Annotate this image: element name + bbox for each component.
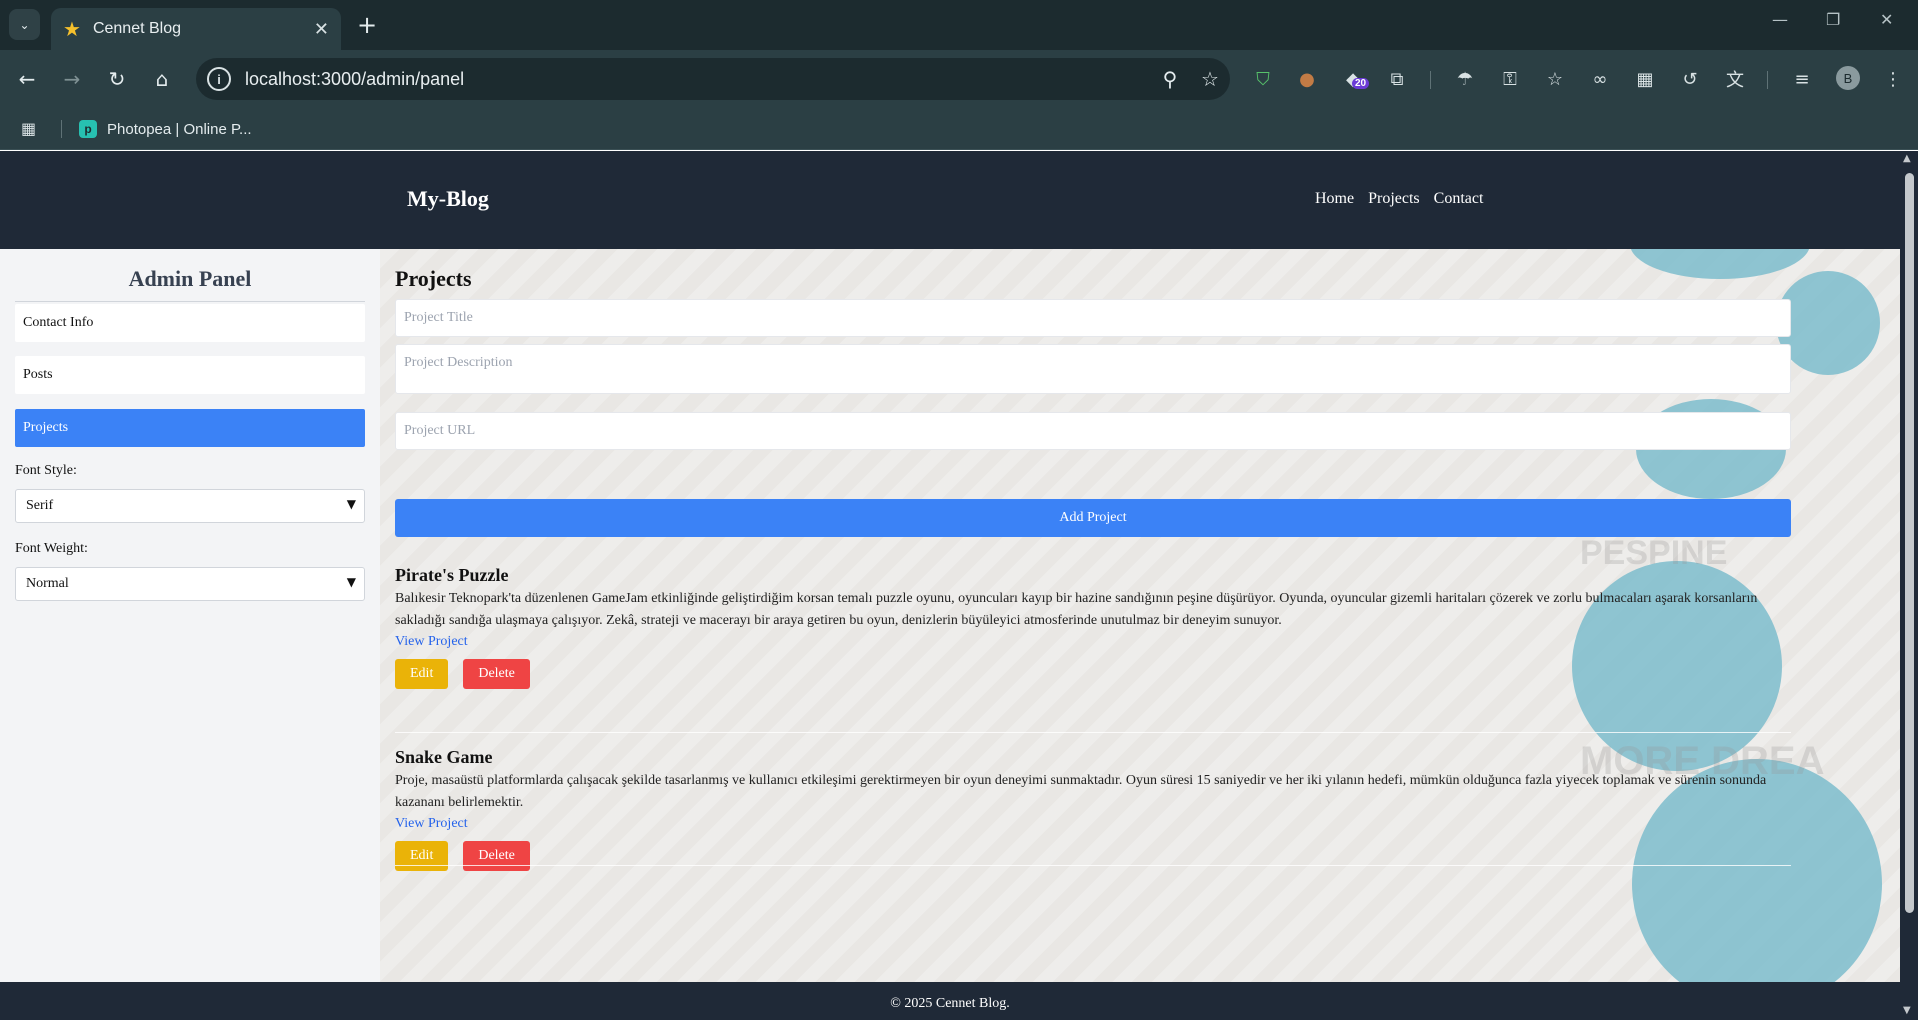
apps-grid-icon[interactable]: ▦ <box>21 119 36 138</box>
translate-icon[interactable]: 文 <box>1722 66 1748 92</box>
history-icon[interactable]: ↺ <box>1677 66 1703 92</box>
sidebar-item-contact-info[interactable]: Contact Info <box>15 304 365 342</box>
view-project-link[interactable]: View Project <box>395 634 468 650</box>
incognito-icon[interactable]: ☂ <box>1452 66 1478 92</box>
photopea-icon: p <box>79 120 97 138</box>
tab-title: Cennet Blog <box>92 20 181 37</box>
media-queue-icon[interactable]: ≡ <box>1789 66 1815 92</box>
bookmarks-bar: ▦ p Photopea | Online P... <box>0 108 1918 150</box>
decor-circle <box>1776 271 1880 375</box>
cookie-extension-icon[interactable]: ● <box>1294 66 1320 92</box>
reload-icon[interactable]: ↻ <box>100 62 134 96</box>
toolbar-divider <box>1767 71 1768 89</box>
delete-button[interactable]: Delete <box>463 659 530 689</box>
new-tab-button[interactable]: + <box>352 10 382 40</box>
project-title-input[interactable]: Project Title <box>395 299 1791 337</box>
menu-kebab-icon[interactable]: ⋮ <box>1880 66 1906 92</box>
page-scrollbar[interactable]: ▲ ▼ <box>1900 151 1918 1020</box>
font-style-select[interactable]: Serif ▼ <box>15 489 365 523</box>
chevron-down-icon: ▼ <box>346 575 356 589</box>
font-weight-select[interactable]: Normal ▼ <box>15 567 365 601</box>
project-description-textarea[interactable]: Project Description <box>395 344 1791 394</box>
project-url-input[interactable]: Project URL <box>395 412 1791 450</box>
site-brand[interactable]: My-Blog <box>407 186 489 212</box>
extensions-puzzle-icon[interactable]: ⧉ <box>1384 66 1410 92</box>
bookmark-star-icon[interactable]: ☆ <box>1190 67 1230 91</box>
browser-tab-bar: ⌄ ★ Cennet Blog ✕ + — ❐ ✕ <box>0 0 1918 50</box>
qr-code-icon[interactable]: ▦ <box>1632 66 1658 92</box>
font-style-value: Serif <box>26 498 54 513</box>
sidebar-item-posts[interactable]: Posts <box>15 356 365 394</box>
url-text[interactable]: localhost:3000/admin/panel <box>245 69 1150 90</box>
badge-extension-icon[interactable]: ◆ 20 <box>1340 66 1370 92</box>
site-footer: © 2025 Cennet Blog. <box>0 982 1900 1020</box>
scrollbar-thumb[interactable] <box>1905 173 1914 913</box>
edit-button[interactable]: Edit <box>395 659 449 689</box>
nav-contact[interactable]: Contact <box>1434 190 1484 208</box>
project-title: Pirate's Puzzle <box>395 565 509 585</box>
sidebar-divider <box>15 301 365 302</box>
tab-search-button[interactable]: ⌄ <box>9 9 40 40</box>
project-card: Pirate's Puzzle Balıkesir Teknopark'ta d… <box>395 565 1791 689</box>
scroll-down-icon[interactable]: ▼ <box>1903 1005 1911 1016</box>
admin-panel-title: Admin Panel <box>128 266 252 291</box>
font-weight-value: Normal <box>26 576 69 591</box>
bookmark-divider <box>61 120 62 138</box>
nav-projects[interactable]: Projects <box>1368 190 1420 208</box>
sidebar-item-projects[interactable]: Projects <box>15 409 365 447</box>
project-divider <box>395 865 1791 866</box>
scroll-up-icon[interactable]: ▲ <box>1903 153 1911 164</box>
close-window-icon[interactable]: ✕ <box>1880 10 1893 29</box>
favorites-icon[interactable]: ☆ <box>1542 66 1568 92</box>
back-icon[interactable]: ← <box>10 62 44 96</box>
profile-avatar[interactable]: B <box>1836 66 1860 90</box>
address-bar[interactable]: i localhost:3000/admin/panel ⚲ ☆ <box>196 58 1230 100</box>
zoom-icon[interactable]: ⚲ <box>1150 67 1190 91</box>
project-divider <box>395 732 1791 733</box>
projects-main: MORE DREA PESPINE Projects Project Title… <box>380 249 1900 982</box>
restore-icon[interactable]: ❐ <box>1826 10 1840 29</box>
project-title: Snake Game <box>395 747 493 767</box>
page-viewport: My-Blog Home Projects Contact Admin Pane… <box>0 151 1918 1020</box>
admin-sidebar: Admin Panel Contact Info Posts Projects … <box>0 249 380 982</box>
decor-circle <box>1630 249 1810 279</box>
edit-button[interactable]: Edit <box>395 841 449 871</box>
delete-button[interactable]: Delete <box>463 841 530 871</box>
add-project-button[interactable]: Add Project <box>395 499 1791 537</box>
star-favicon-icon: ★ <box>63 17 81 41</box>
project-description: Balıkesir Teknopark'ta düzenlenen GameJa… <box>395 591 1758 628</box>
shield-extension-icon[interactable]: ⛉ <box>1250 66 1276 92</box>
site-info-icon[interactable]: i <box>207 67 231 91</box>
view-project-link[interactable]: View Project <box>395 816 468 832</box>
chevron-down-icon: ▼ <box>346 497 356 511</box>
minimize-icon[interactable]: — <box>1772 10 1788 29</box>
toolbar-divider <box>1430 71 1431 89</box>
font-weight-label: Font Weight: <box>15 541 88 556</box>
close-tab-icon[interactable]: ✕ <box>314 19 329 40</box>
bookmark-label: Photopea | Online P... <box>107 120 252 138</box>
bookmark-photopea[interactable]: p Photopea | Online P... <box>79 116 252 142</box>
project-card: Snake Game Proje, masaüstü platformlarda… <box>395 747 1791 871</box>
projects-heading: Projects <box>395 266 472 291</box>
nav-home[interactable]: Home <box>1315 190 1354 208</box>
site-header: My-Blog Home Projects Contact <box>0 151 1900 249</box>
forward-icon[interactable]: → <box>55 62 89 96</box>
home-icon[interactable]: ⌂ <box>145 62 179 96</box>
extension-badge: 20 <box>1352 78 1370 89</box>
top-nav: Home Projects Contact <box>1315 190 1483 208</box>
browser-toolbar: ← → ↻ ⌂ i localhost:3000/admin/panel ⚲ ☆… <box>0 50 1918 108</box>
font-style-label: Font Style: <box>15 463 77 478</box>
browser-tab[interactable]: ★ Cennet Blog ✕ <box>51 8 341 50</box>
project-description: Proje, masaüstü platformlarda çalışacak … <box>395 773 1767 810</box>
link-icon[interactable]: ∞ <box>1587 66 1613 92</box>
key-icon[interactable]: ⚿ <box>1497 66 1523 92</box>
